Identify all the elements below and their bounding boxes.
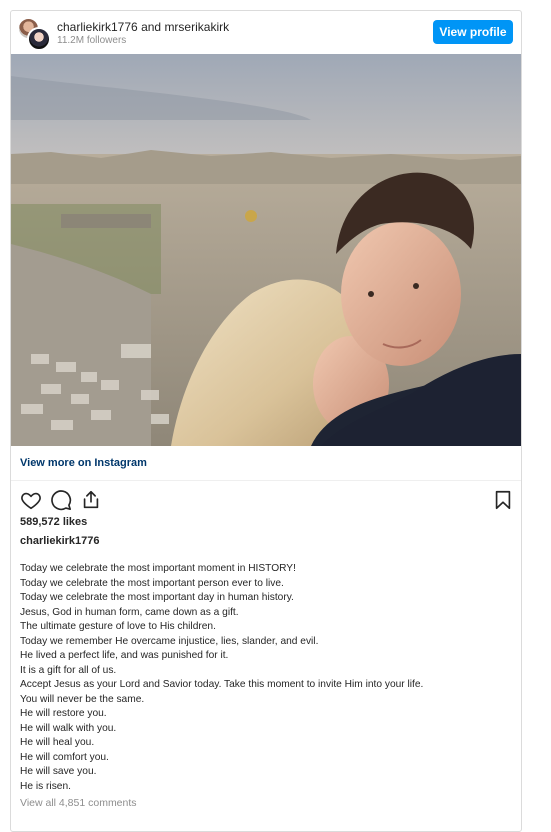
view-comments-link[interactable]: View all 4,851 comments (20, 797, 137, 809)
caption-line: He is risen. (20, 780, 71, 792)
heart-icon[interactable] (20, 489, 42, 511)
share-icon[interactable] (80, 489, 102, 511)
username-link[interactable]: charliekirk1776 (57, 20, 138, 34)
caption-line: Today we celebrate the most important da… (20, 592, 294, 603)
account-names: charliekirk1776 and mrserikakirk (57, 20, 229, 34)
caption-line: He lived a perfect life, and was punishe… (20, 650, 229, 661)
caption-author[interactable]: charliekirk1776 (20, 535, 100, 547)
avatar[interactable] (27, 27, 51, 51)
caption-line: He will comfort you. (20, 751, 109, 763)
caption-line: He will save you. (20, 766, 97, 777)
divider (11, 480, 521, 481)
caption-line: He will walk with you. (20, 722, 117, 734)
bookmark-icon[interactable] (492, 489, 514, 511)
post-actions (20, 489, 512, 511)
caption-line: He will heal you. (20, 737, 95, 748)
caption-line: You will never be the same. (20, 693, 145, 705)
caption-line: Jesus, God in human form, came down as a… (20, 606, 239, 618)
caption-text: Today we celebrate the most important mo… (20, 562, 510, 794)
comment-icon[interactable] (50, 489, 72, 511)
caption-line: Today we remember He overcame injustice,… (20, 635, 319, 647)
view-profile-button[interactable]: View profile (433, 20, 513, 44)
username-link[interactable]: mrserikakirk (164, 20, 229, 34)
post-photo[interactable] (11, 54, 521, 446)
instagram-embed-card: charliekirk1776 and mrserikakirk 11.2M f… (10, 10, 522, 832)
caption-line: Today we celebrate the most important pe… (20, 577, 284, 589)
view-more-link[interactable]: View more on Instagram (20, 457, 147, 469)
avatar-group[interactable] (18, 18, 51, 51)
caption-line: Today we celebrate the most important mo… (20, 563, 296, 574)
caption-line: He will restore you. (20, 708, 107, 719)
post-header: charliekirk1776 and mrserikakirk 11.2M f… (11, 11, 521, 53)
caption-line: It is a gift for all of us. (20, 664, 117, 676)
like-count[interactable]: 589,572 likes (20, 516, 87, 528)
caption-line: The ultimate gesture of love to His chil… (20, 621, 216, 632)
username-joiner: and (141, 20, 162, 34)
caption-line: Accept Jesus as your Lord and Savior tod… (20, 679, 424, 690)
follower-count: 11.2M followers (57, 35, 127, 46)
